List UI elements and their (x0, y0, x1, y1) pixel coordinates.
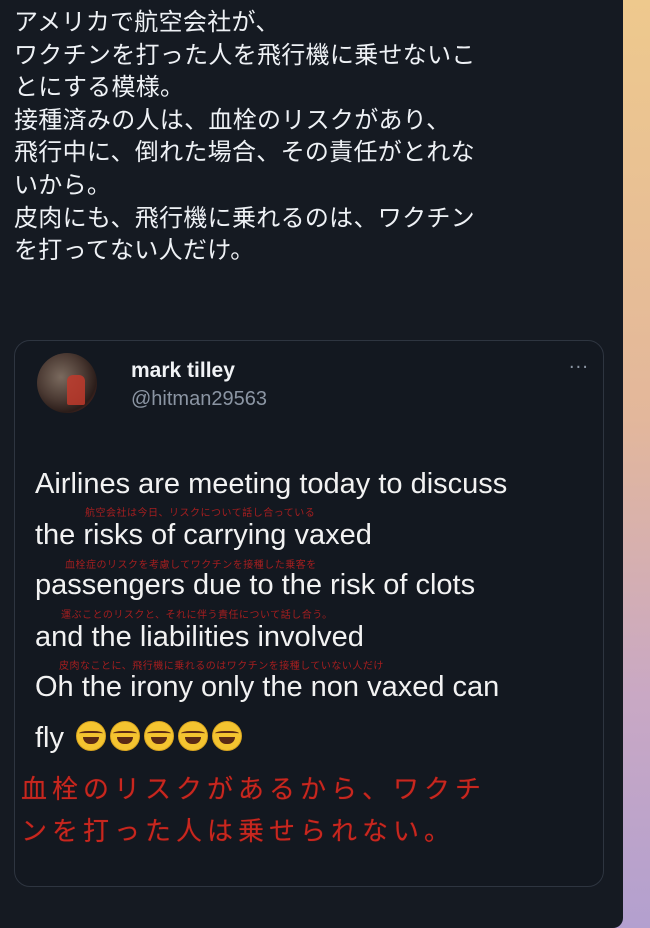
quoted-line: Oh the irony only the non vaxed can (35, 671, 500, 703)
quoted-line: fly (35, 722, 64, 754)
quoted-line: passengers due to the risk of clots (35, 569, 476, 601)
laughing-tears-emoji-icon (178, 721, 209, 751)
tweet-line: いから。 (14, 170, 112, 199)
laughing-tears-emoji-icon (144, 721, 175, 751)
quoted-line: Airlines are meeting today to discuss (35, 468, 508, 500)
tweet-line: 皮肉にも、飛行機に乗れるのは、ワクチン (14, 203, 475, 232)
translation-subtitle: 航空会社は今日、リスクについて話し合っている (85, 508, 316, 519)
tweet-text: アメリカで航空会社が、 ワクチンを打った人を飛行機に乗せないこ とにする模様。 … (14, 6, 614, 267)
tweet-line: 飛行中に、倒れた場合、その責任がとれな (14, 138, 475, 167)
quoted-line-last: fly (35, 721, 243, 755)
tweet-line: とにする模様。 (14, 73, 185, 102)
tweet-card: アメリカで航空会社が、 ワクチンを打った人を飛行機に乗せないこ とにする模様。 … (0, 0, 623, 928)
tweet-line: ワクチンを打った人を飛行機に乗せないこ (14, 40, 476, 69)
quoted-line: and the liabilities involved (35, 621, 364, 653)
tweet-line: を打ってない人だけ。 (14, 236, 255, 265)
laughing-tears-emoji-icon (110, 721, 141, 751)
quoted-author-handle[interactable]: @hitman29563 (131, 388, 267, 411)
laughing-tears-emoji-icon (76, 721, 107, 751)
tweet-line: 接種済みの人は、血栓のリスクがあり、 (14, 105, 451, 134)
quoted-author-name[interactable]: mark tilley (131, 359, 235, 383)
quoted-line: the risks of carrying vaxed (35, 519, 372, 551)
overlay-caption: ンを打った人は乗せられない。 (21, 817, 456, 847)
laughing-tears-emoji-icon (212, 721, 243, 751)
overlay-caption: 血栓のリスクがあるから、ワクチ (21, 775, 487, 805)
translation-subtitle: 皮肉なことに、飛行機に乗れるのはワクチンを接種していない人だけ (59, 661, 384, 672)
quoted-tweet[interactable]: mark tilley @hitman29563 ··· Airlines ar… (14, 340, 604, 887)
tweet-line: アメリカで航空会社が、 (14, 8, 280, 36)
avatar[interactable] (37, 353, 97, 413)
emoji-group (72, 721, 243, 754)
translation-subtitle: 運ぶことのリスクと、それに伴う責任について話し合う。 (61, 610, 333, 621)
more-options-icon[interactable]: ··· (569, 357, 589, 378)
